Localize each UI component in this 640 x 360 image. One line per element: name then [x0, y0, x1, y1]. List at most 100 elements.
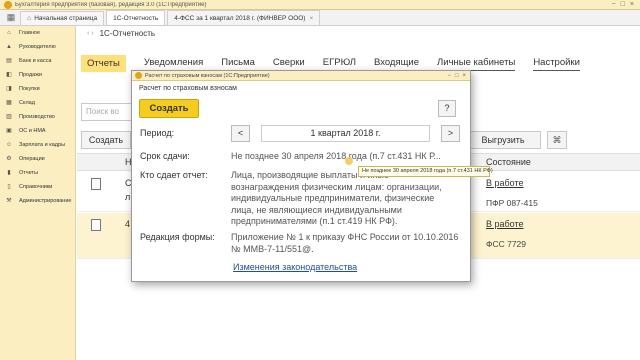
menu-letters[interactable]: Письма: [221, 55, 255, 71]
deadline-tooltip: Не позднее 30 апреля 2018 года (п.7 ст.4…: [358, 166, 493, 177]
bank-icon: ▤: [6, 58, 12, 64]
document-icon: [91, 178, 101, 190]
help-button[interactable]: ?: [438, 100, 456, 117]
period-label: Период:: [140, 128, 175, 138]
sidebar-item-label: Зарплата и кадры: [19, 142, 66, 148]
app-logo-icon: [4, 0, 12, 9]
mouse-cursor-highlight: [345, 157, 353, 165]
book-icon: ▯: [7, 184, 11, 190]
sidebar-item-manager[interactable]: ▲ Руководителю: [0, 40, 75, 54]
create-report-button[interactable]: Создать: [81, 131, 131, 149]
export-button[interactable]: Выгрузить: [465, 131, 541, 149]
sidebar-item-production[interactable]: ▥ Производство: [0, 110, 75, 124]
warehouse-icon: ▦: [6, 100, 12, 106]
maximize-button[interactable]: □: [621, 1, 625, 8]
reports-icon: ▮: [7, 170, 11, 176]
tab-home[interactable]: ⌂ Начальная страница: [20, 11, 105, 25]
sidebar-item-label: Производство: [19, 114, 55, 120]
sidebar-item-sales[interactable]: ◧ Продажи: [0, 68, 75, 82]
row-name-fragment: л: [125, 192, 131, 202]
previous-period-button[interactable]: <: [231, 125, 250, 142]
app-title-bar: Бухгалтерия предприятия (базовая), редак…: [0, 0, 640, 10]
form-version-value: Приложение № 1 к приказу ФНС России от 1…: [231, 232, 459, 254]
deadline-label: Срок сдачи:: [140, 151, 190, 161]
state-link[interactable]: В работе: [486, 178, 524, 188]
close-button[interactable]: ×: [630, 1, 634, 8]
purchase-icon: ◨: [6, 86, 12, 92]
assets-icon: ▣: [6, 128, 12, 134]
sidebar-item-reports[interactable]: ▮ Отчеты: [0, 166, 75, 180]
window-controls: − □ ×: [612, 1, 634, 8]
chart-icon: ▲: [6, 44, 12, 50]
sidebar-item-payroll[interactable]: ☺ Зарплата и кадры: [0, 138, 75, 152]
dialog-title-bar: Расчет по страховым взносам (1С:Предприя…: [132, 71, 470, 81]
legislation-changes-link[interactable]: Изменения законодательства: [233, 262, 357, 272]
sidebar-item-label: Покупки: [19, 86, 40, 92]
tab-4fss[interactable]: 4-ФСС за 1 квартал 2018 г. (ФИНВЕР ООО) ×: [167, 10, 321, 25]
sidebar-item-label: Справочники: [19, 184, 53, 190]
sidebar-item-label: Продажи: [19, 72, 42, 78]
admin-icon: ⚒: [6, 198, 12, 204]
home-icon: ⌂: [27, 14, 32, 22]
dialog-maximize-button[interactable]: □: [455, 73, 459, 79]
dialog-create-button[interactable]: Создать: [139, 99, 199, 118]
sidebar-item-admin[interactable]: ⚒ Администрирование: [0, 194, 75, 208]
tab-bar: ▦ ⌂ Начальная страница 1С-Отчетность 4-Ф…: [0, 10, 640, 26]
home-icon: ⌂: [7, 30, 11, 36]
sidebar-item-purchases[interactable]: ◨ Покупки: [0, 82, 75, 96]
state-link[interactable]: В работе: [486, 219, 524, 229]
column-header-state[interactable]: Состояние: [486, 157, 531, 167]
factory-icon: ▥: [6, 114, 12, 120]
who-files-label: Кто сдает отчет:: [140, 170, 208, 180]
period-field[interactable]: 1 квартал 2018 г.: [261, 125, 430, 142]
sidebar-item-label: Руководителю: [19, 44, 56, 50]
sidebar-item-label: Банк и касса: [19, 58, 52, 64]
sidebar-item-directories[interactable]: ▯ Справочники: [0, 180, 75, 194]
row-name-fragment: 4: [125, 219, 131, 229]
state-code: ФСС 7729: [486, 239, 527, 249]
document-icon: [91, 219, 101, 231]
sidebar-item-operations[interactable]: ⚙ Операции: [0, 152, 75, 166]
tab-home-label: Начальная страница: [34, 14, 98, 22]
menu-egrul[interactable]: ЕГРЮЛ: [322, 55, 356, 71]
apps-grid-icon[interactable]: ▦: [4, 10, 18, 24]
page-title-text: 1С-Отчетность: [99, 29, 156, 38]
sidebar-item-main[interactable]: ⌂ Главное: [0, 26, 75, 40]
menu-incoming[interactable]: Входящие: [373, 55, 420, 71]
app-title: Бухгалтерия предприятия (базовая), редак…: [15, 1, 207, 8]
page-title: ‹ › 1С-Отчетность: [87, 29, 155, 38]
sidebar-item-assets[interactable]: ▣ ОС и НМА: [0, 124, 75, 138]
dialog-heading: Расчет по страховым взносам: [139, 85, 237, 92]
operations-icon: ⚙: [6, 156, 12, 162]
nav-arrows-icon[interactable]: ‹ ›: [87, 30, 94, 37]
menu-settings[interactable]: Настройки: [533, 55, 580, 71]
menu-personal-accounts[interactable]: Личные кабинеты: [437, 55, 516, 71]
tab-1c-reporting-label: 1С-Отчетность: [113, 15, 159, 22]
who-files-value: Лица, производящие выплаты и иные вознаг…: [231, 170, 442, 226]
sidebar-item-label: Главное: [19, 30, 41, 36]
menu-notifications[interactable]: Уведомления: [143, 55, 204, 71]
paperclip-icon[interactable]: ⌘: [547, 131, 567, 149]
dialog-minimize-button[interactable]: −: [447, 73, 451, 79]
dialog-close-button[interactable]: ×: [462, 73, 466, 79]
app-logo-icon: [135, 72, 142, 79]
sidebar-item-label: Отчеты: [19, 170, 39, 176]
sidebar-item-label: Операции: [19, 156, 45, 162]
cart-icon: ◧: [6, 72, 12, 78]
sidebar-item-bank[interactable]: ▤ Банк и касса: [0, 54, 75, 68]
tab-4fss-label: 4-ФСС за 1 квартал 2018 г. (ФИНВЕР ООО): [174, 15, 306, 22]
close-tab-icon[interactable]: ×: [309, 15, 313, 22]
next-period-button[interactable]: >: [441, 125, 460, 142]
sidebar-item-warehouse[interactable]: ▦ Склад: [0, 96, 75, 110]
sidebar-item-label: ОС и НМА: [19, 128, 46, 134]
sidebar-item-label: Склад: [19, 100, 35, 106]
payroll-icon: ☺: [5, 142, 13, 148]
menu-reports[interactable]: Отчеты: [81, 54, 126, 72]
tab-1c-reporting[interactable]: 1С-Отчетность: [106, 10, 166, 25]
dialog-window-title: Расчет по страховым взносам (1С:Предприя…: [145, 72, 270, 79]
minimize-button[interactable]: −: [612, 1, 616, 8]
menu-reconciliations[interactable]: Сверки: [272, 55, 305, 71]
form-version-label: Редакция формы:: [140, 232, 215, 242]
sidebar-item-label: Администрирование: [19, 198, 72, 204]
sidebar: ⌂ Главное ▲ Руководителю ▤ Банк и касса ◧ Пр…: [0, 26, 76, 360]
